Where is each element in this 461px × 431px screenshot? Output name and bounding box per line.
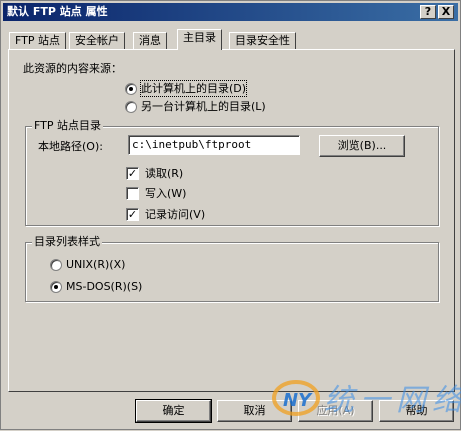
properties-dialog: 默认 FTP 站点 属性 ? X FTP 站点 安全帐户 消息 主目录 目录安全… (0, 0, 461, 430)
checkbox-write-label[interactable]: 写入(W) (145, 186, 186, 201)
apply-button[interactable]: 应用(A) (298, 400, 373, 422)
radio-msdos-label[interactable]: MS-DOS(R)(S) (66, 279, 142, 294)
window-title: 默认 FTP 站点 属性 (7, 5, 108, 18)
help-title-button[interactable]: ? (420, 5, 436, 19)
ftp-directory-group-title: FTP 站点目录 (32, 119, 103, 133)
radio-remote-directory[interactable] (125, 101, 137, 113)
local-path-label: 本地路径(O): (38, 140, 103, 153)
title-bar[interactable]: 默认 FTP 站点 属性 ? X (3, 3, 458, 21)
checkbox-read-label[interactable]: 读取(R) (145, 166, 183, 181)
checkbox-log-visits[interactable]: ✓ (126, 208, 139, 221)
tab-home-directory-label: 主目录 (183, 31, 216, 44)
listing-style-group: 目录列表样式 UNIX(R)(X) MS-DOS(R)(S) (25, 235, 439, 302)
radio-local-directory-label[interactable]: 此计算机上的目录(D) (139, 80, 248, 97)
radio-remote-directory-label[interactable]: 另一台计算机上的目录(L) (141, 99, 266, 114)
close-icon: X (441, 5, 451, 18)
tab-messages[interactable]: 消息 (133, 32, 167, 50)
close-title-button[interactable]: X (438, 5, 454, 19)
tab-ftp-site[interactable]: FTP 站点 (9, 32, 66, 50)
ftp-directory-group: FTP 站点目录 本地路径(O): c:\inetpub\ftproot 浏览(… (25, 119, 439, 226)
content-source-heading: 此资源的内容来源： (23, 62, 122, 75)
radio-msdos[interactable] (50, 281, 62, 293)
home-directory-panel: 此资源的内容来源： 此计算机上的目录(D) 另一台计算机上的目录(L) FTP … (8, 49, 455, 392)
cancel-button[interactable]: 取消 (217, 400, 292, 422)
local-path-input[interactable]: c:\inetpub\ftproot (128, 135, 300, 155)
tab-home-directory[interactable]: 主目录 (177, 29, 222, 50)
question-icon: ? (424, 5, 432, 18)
tab-security-accounts[interactable]: 安全帐户 (69, 32, 125, 50)
radio-unix-label[interactable]: UNIX(R)(X) (66, 257, 125, 272)
ok-button[interactable]: 确定 (135, 399, 212, 423)
radio-unix[interactable] (50, 259, 62, 271)
help-button[interactable]: 帮助 (379, 400, 454, 422)
tab-directory-security[interactable]: 目录安全性 (229, 32, 296, 50)
checkbox-write[interactable] (126, 187, 139, 200)
radio-local-directory[interactable] (125, 83, 137, 95)
listing-style-group-title: 目录列表样式 (32, 235, 102, 249)
browse-button[interactable]: 浏览(B)... (319, 135, 405, 157)
checkbox-log-visits-label[interactable]: 记录访问(V) (145, 207, 205, 222)
checkbox-read[interactable]: ✓ (126, 167, 139, 180)
